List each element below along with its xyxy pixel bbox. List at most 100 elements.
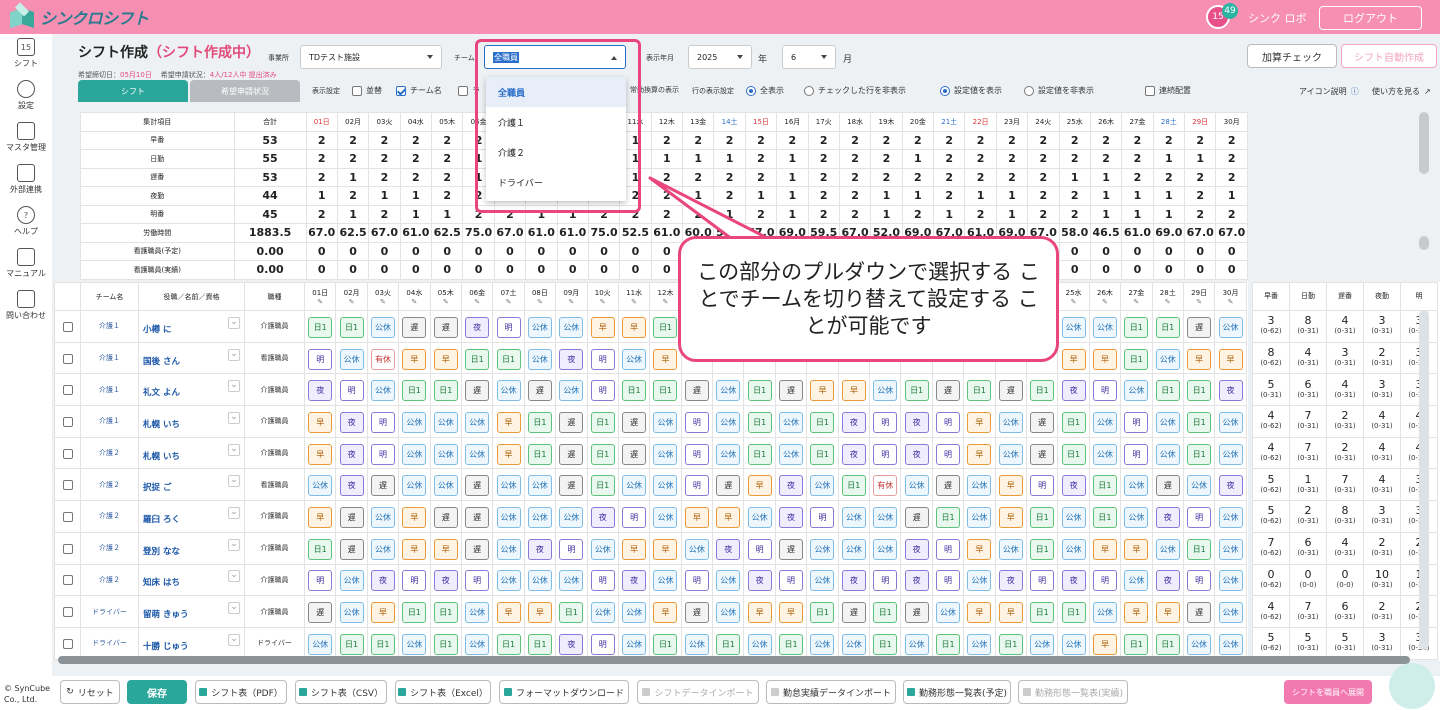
shift-cell[interactable]: 早: [303, 436, 337, 470]
shift-chip[interactable]: 遅: [1155, 475, 1180, 497]
shift-cell[interactable]: 公休: [963, 500, 996, 533]
shift-chip[interactable]: 日1: [1092, 506, 1117, 528]
shift-cell[interactable]: 夜: [1151, 500, 1184, 533]
tab-shift[interactable]: シフト: [78, 80, 188, 102]
actual-sheet-button[interactable]: 勤務形態一覧表(実績): [1018, 680, 1128, 704]
save-button[interactable]: 保存: [127, 680, 187, 704]
shift-cell[interactable]: 遅: [900, 595, 933, 628]
row-checkbox[interactable]: [62, 480, 73, 491]
shift-chip[interactable]: 早: [527, 602, 552, 624]
shift-chip[interactable]: 公休: [653, 570, 678, 592]
shift-cell[interactable]: 公休: [743, 500, 776, 533]
shift-cell[interactable]: 早: [649, 531, 682, 565]
shift-cell[interactable]: 公休: [931, 595, 965, 628]
shift-chip[interactable]: 日1: [370, 633, 395, 655]
shift-cell[interactable]: 公休: [837, 626, 871, 660]
shift-cell[interactable]: 夜: [837, 436, 871, 470]
shift-cell[interactable]: 夜: [1214, 468, 1247, 502]
shift-chip[interactable]: 日1: [1187, 443, 1212, 465]
shift-chip[interactable]: 公休: [1155, 411, 1180, 433]
shift-chip[interactable]: 遅: [841, 602, 866, 624]
shift-cell[interactable]: 明: [743, 531, 776, 565]
shift-cell[interactable]: 有休: [366, 341, 400, 375]
shift-cell[interactable]: 公休: [963, 563, 996, 597]
shift-cell[interactable]: 公休: [303, 468, 337, 502]
format-download-button[interactable]: フォーマットダウンロード: [499, 680, 629, 704]
partial-checkbox[interactable]: [458, 85, 468, 96]
shift-cell[interactable]: 公休: [492, 500, 525, 533]
shift-chip[interactable]: 日1: [1155, 633, 1180, 655]
shift-cell[interactable]: 公休: [1025, 626, 1059, 660]
shift-chip[interactable]: 公休: [1218, 633, 1243, 655]
shift-chip[interactable]: 公休: [1092, 411, 1117, 433]
pencil-icon[interactable]: ✎: [631, 298, 637, 306]
shift-chip[interactable]: 日1: [810, 443, 835, 465]
shift-chip[interactable]: 遅: [402, 316, 427, 338]
shift-chip[interactable]: 明: [590, 380, 615, 402]
shift-chip[interactable]: 公休: [527, 316, 552, 338]
shift-cell[interactable]: 日1: [743, 436, 776, 470]
pencil-icon[interactable]: ✎: [349, 298, 355, 306]
shift-chip[interactable]: 早: [1218, 348, 1243, 370]
shift-chip[interactable]: 夜: [339, 411, 364, 433]
hide-checked-option[interactable]: チェックした行を非表示: [804, 85, 906, 96]
shift-chip[interactable]: 日1: [1124, 348, 1149, 370]
shift-cell[interactable]: 公休: [963, 468, 996, 502]
tab-request-status[interactable]: 希望申請状況: [190, 80, 300, 102]
shift-chip[interactable]: 公休: [873, 380, 898, 402]
sidebar-item-6[interactable]: 問い合わせ: [0, 290, 52, 321]
staff-name[interactable]: 知床 はち: [143, 578, 180, 588]
shift-cell[interactable]: 早: [366, 595, 400, 628]
shift-chip[interactable]: 遅: [559, 411, 584, 433]
shift-cell[interactable]: 公休: [492, 373, 525, 407]
shift-cell[interactable]: 公休: [617, 341, 651, 375]
shift-chip[interactable]: 早: [590, 316, 615, 338]
vertical-scrollbar[interactable]: [1419, 112, 1429, 174]
shift-chip[interactable]: 早: [433, 538, 458, 560]
shift-cell[interactable]: 公休: [398, 468, 431, 502]
shift-cell[interactable]: 日1: [335, 626, 368, 660]
shift-cell[interactable]: 早: [806, 373, 839, 407]
shift-chip[interactable]: 公休: [527, 506, 552, 528]
staff-name[interactable]: 択捉 ご: [143, 483, 171, 493]
shift-chip[interactable]: 公休: [841, 538, 866, 560]
shift-cell[interactable]: 夜: [335, 436, 368, 470]
shift-chip[interactable]: 日1: [936, 633, 960, 655]
shift-cell[interactable]: 早: [837, 373, 871, 407]
shift-chip[interactable]: 公休: [496, 570, 521, 592]
shift-cell[interactable]: 夜: [303, 373, 337, 407]
chevron-down-icon[interactable]: ⌄: [228, 411, 240, 424]
shift-cell[interactable]: 公休: [1088, 405, 1122, 438]
shift-chip[interactable]: 公休: [967, 475, 992, 497]
shift-cell[interactable]: 公休: [617, 468, 651, 502]
shift-cell[interactable]: 公休: [837, 500, 871, 533]
shift-chip[interactable]: 夜: [1061, 380, 1086, 402]
pencil-icon[interactable]: ✎: [537, 298, 543, 306]
shift-cell[interactable]: 公休: [649, 405, 682, 438]
shift-chip[interactable]: 遅: [559, 475, 584, 497]
shift-cell[interactable]: 日1: [1182, 373, 1216, 407]
shift-cell[interactable]: 公休: [869, 531, 902, 565]
shift-cell[interactable]: 日1: [429, 373, 462, 407]
shift-chip[interactable]: 日1: [1030, 602, 1055, 624]
shift-chip[interactable]: 夜: [1218, 475, 1243, 497]
shift-cell[interactable]: 公休: [429, 436, 462, 470]
shift-cell[interactable]: 日1: [1057, 436, 1090, 470]
shift-cell[interactable]: 早: [1057, 341, 1090, 375]
shift-chip[interactable]: 夜: [841, 411, 866, 433]
pencil-icon[interactable]: ✎: [380, 298, 386, 306]
shift-chip[interactable]: 公休: [1092, 316, 1117, 338]
shift-cell[interactable]: 公休: [712, 595, 745, 628]
shift-chip[interactable]: 早: [496, 411, 521, 433]
shift-cell[interactable]: 夜: [617, 563, 651, 597]
shift-cell[interactable]: 公休: [586, 595, 619, 628]
app-logo[interactable]: シンクロシフト: [8, 2, 149, 30]
shift-cell[interactable]: 公休: [1214, 626, 1247, 660]
horizontal-scrollbar[interactable]: [58, 656, 1410, 664]
shift-cell[interactable]: 明: [931, 405, 965, 438]
shift-chip[interactable]: 公休: [465, 633, 490, 655]
shift-cell[interactable]: 公休: [1088, 436, 1122, 470]
shift-chip[interactable]: 公休: [841, 633, 866, 655]
shift-cell[interactable]: 公休: [523, 341, 557, 375]
shift-chip[interactable]: 日1: [1061, 411, 1086, 433]
